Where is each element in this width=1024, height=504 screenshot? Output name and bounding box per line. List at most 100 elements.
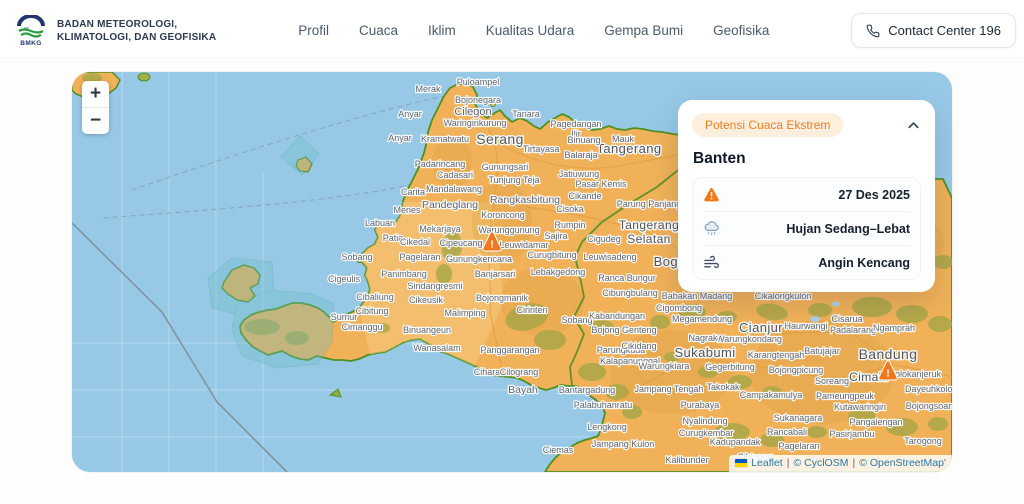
map-place-label: Nagrak <box>688 333 718 343</box>
map-place-label: Ciemas <box>543 445 574 455</box>
map-place-label: Tanara <box>512 109 540 119</box>
map-place-label: Gegerbitung <box>705 362 755 372</box>
cyclosm-link[interactable]: © CyclOSM <box>793 457 848 469</box>
extreme-weather-badge: Potensi Cuaca Ekstrem <box>692 113 843 137</box>
map-place-label: Warungkondang <box>716 334 782 344</box>
map-place-label: Batujajar <box>804 346 840 356</box>
map-place-label: Merak <box>415 84 441 94</box>
map-place-label: Cigudeg <box>587 234 621 244</box>
map-place-label: Puloampel <box>457 77 500 87</box>
nav-item-geofisika[interactable]: Geofisika <box>713 23 769 38</box>
map-place-label: Pagedangan <box>550 119 601 129</box>
map-place-label: Ranca Bungur <box>598 273 656 283</box>
map-place-label: Bantargadung <box>559 385 616 395</box>
map-zoom-control: + − <box>82 81 109 134</box>
map-place-label: Ngamprah <box>873 323 915 333</box>
bmkg-weather-page: { "header": { "logo": {"line1": "BADAN M… <box>0 0 1024 504</box>
map-place-label: Cigeulis <box>328 274 361 284</box>
map-place-label: Jatiuwung <box>559 169 600 179</box>
map-place-label: Lengkong <box>587 422 627 432</box>
map-place-label: Cihara <box>474 367 501 377</box>
map-place-label: Pandeglang <box>422 199 478 211</box>
map-place-label: Koroncong <box>481 210 525 220</box>
map-place-label: Curugbitung <box>527 250 576 260</box>
rain-warning-row: Hujan Sedang–Lebat <box>703 212 910 246</box>
main-nav: Profil Cuaca Iklim Kualitas Udara Gempa … <box>216 23 851 38</box>
contact-center-button[interactable]: Contact Center 196 <box>851 13 1016 48</box>
map-place-label: Malimping <box>444 308 485 318</box>
map-place-label: Balaraja <box>564 150 597 160</box>
nav-item-gempa-bumi[interactable]: Gempa Bumi <box>604 23 683 38</box>
map-place-label: Tangerang <box>619 218 679 232</box>
map-place-label: Warungkiara <box>639 361 690 371</box>
bmkg-logo[interactable]: BMKG BADAN METEOROLOGI, KLIMATOLOGI, DAN… <box>14 15 216 47</box>
map-place-label: Cikidang <box>621 341 656 351</box>
map-place-label: Jampang Kulon <box>592 439 655 449</box>
map-place-label: Panggarangan <box>480 345 539 355</box>
map-place-label: Warunggunung <box>478 225 539 235</box>
map-place-label: Leuwidamar <box>499 240 548 250</box>
map-place-label: Haurwangi <box>784 321 827 331</box>
map-place-label: Dayeuhkolot <box>905 384 952 394</box>
warning-date: 27 Des 2025 <box>838 188 910 202</box>
map-place-label: Mandalawang <box>426 184 482 194</box>
map-place-label: Padalarang <box>830 325 876 335</box>
map-place-label: Cisarua <box>831 314 862 324</box>
map-place-label: Rumpin <box>554 220 585 230</box>
rain-warning-text: Hujan Sedang–Lebat <box>786 222 910 236</box>
map-place-label: Purabaya <box>681 400 720 410</box>
map-place-label: Serang <box>476 131 524 147</box>
map-attribution: Leaflet | © CyclOSM | © OpenStreetMap' <box>729 455 952 472</box>
map-place-label: Kabandungan <box>589 311 645 321</box>
map-place-label: Pasirjambu <box>829 429 874 439</box>
map-place-label: Cibaliung <box>356 292 394 302</box>
map-place-label: Rancabali <box>767 427 807 437</box>
map-place-label: Leuwisadeng <box>583 252 636 262</box>
attribution-separator: | <box>787 457 790 469</box>
map-place-label: Pangalengan <box>849 417 902 427</box>
map-place-label: Tarogong <box>904 436 942 446</box>
zoom-out-button[interactable]: − <box>82 108 109 134</box>
map-place-label: Panimbang <box>381 269 427 279</box>
map-place-label: Parung Panjang <box>617 199 682 209</box>
nav-item-profil[interactable]: Profil <box>298 23 329 38</box>
map-place-label: Jampang Tengah <box>635 384 704 394</box>
map-place-label: Pagelaran <box>778 441 819 451</box>
map-place-label: Palabuhanratu <box>574 400 633 410</box>
map-place-label: Cipeucang <box>439 238 482 248</box>
nav-item-iklim[interactable]: Iklim <box>428 23 456 38</box>
header: BMKG BADAN METEOROLOGI, KLIMATOLOGI, DAN… <box>0 0 1024 62</box>
nav-item-cuaca[interactable]: Cuaca <box>359 23 398 38</box>
map-place-label: Pameungpeuk <box>816 391 875 401</box>
map-place-label: Selatan <box>627 232 671 246</box>
leaflet-link[interactable]: Leaflet <box>751 457 783 469</box>
wind-warning-row: Angin Kencang <box>703 246 910 279</box>
map-place-label: Kalibunder <box>665 455 708 465</box>
map-place-label: Cibungbulang <box>602 288 658 298</box>
bmkg-name: BADAN METEOROLOGI, KLIMATOLOGI, DAN GEOF… <box>57 18 216 44</box>
svg-text:!: ! <box>886 369 889 380</box>
map-place-label: Sukanagara <box>774 413 823 423</box>
map-place-label: Binuangeun <box>403 325 451 335</box>
ukraine-flag-icon <box>735 459 747 467</box>
zoom-in-button[interactable]: + <box>82 81 109 108</box>
warning-date-row: 27 Des 2025 <box>703 178 910 212</box>
map-place-label: Pasar Kemis <box>575 179 627 189</box>
map-place-label: Cigombong <box>656 303 702 313</box>
extreme-weather-card: Potensi Cuaca Ekstrem Banten 27 Des 2025 <box>678 100 935 292</box>
map-place-label: Carita <box>401 187 425 197</box>
nav-item-kualitas-udara[interactable]: Kualitas Udara <box>486 23 575 38</box>
map-place-label: Sobang <box>341 252 372 262</box>
map-place-label: Sindangresmi <box>407 281 462 291</box>
map-place-label: Cilegon <box>454 106 491 118</box>
map-place-label: Karangtengah <box>748 350 805 360</box>
map-place-label: Anyar <box>388 133 412 143</box>
map-place-label: Cianjur <box>739 320 783 335</box>
map-place-label: Takokak <box>706 382 740 392</box>
collapse-card-button[interactable] <box>906 118 921 133</box>
map-place-label: Nyalindung <box>682 416 727 426</box>
map-place-label: Campakamulya <box>740 390 803 400</box>
openstreetmap-link[interactable]: © OpenStreetMap' <box>859 457 946 469</box>
map-place-label: Sukabumi <box>674 345 735 360</box>
map-place-label: Cikedal <box>400 237 430 247</box>
